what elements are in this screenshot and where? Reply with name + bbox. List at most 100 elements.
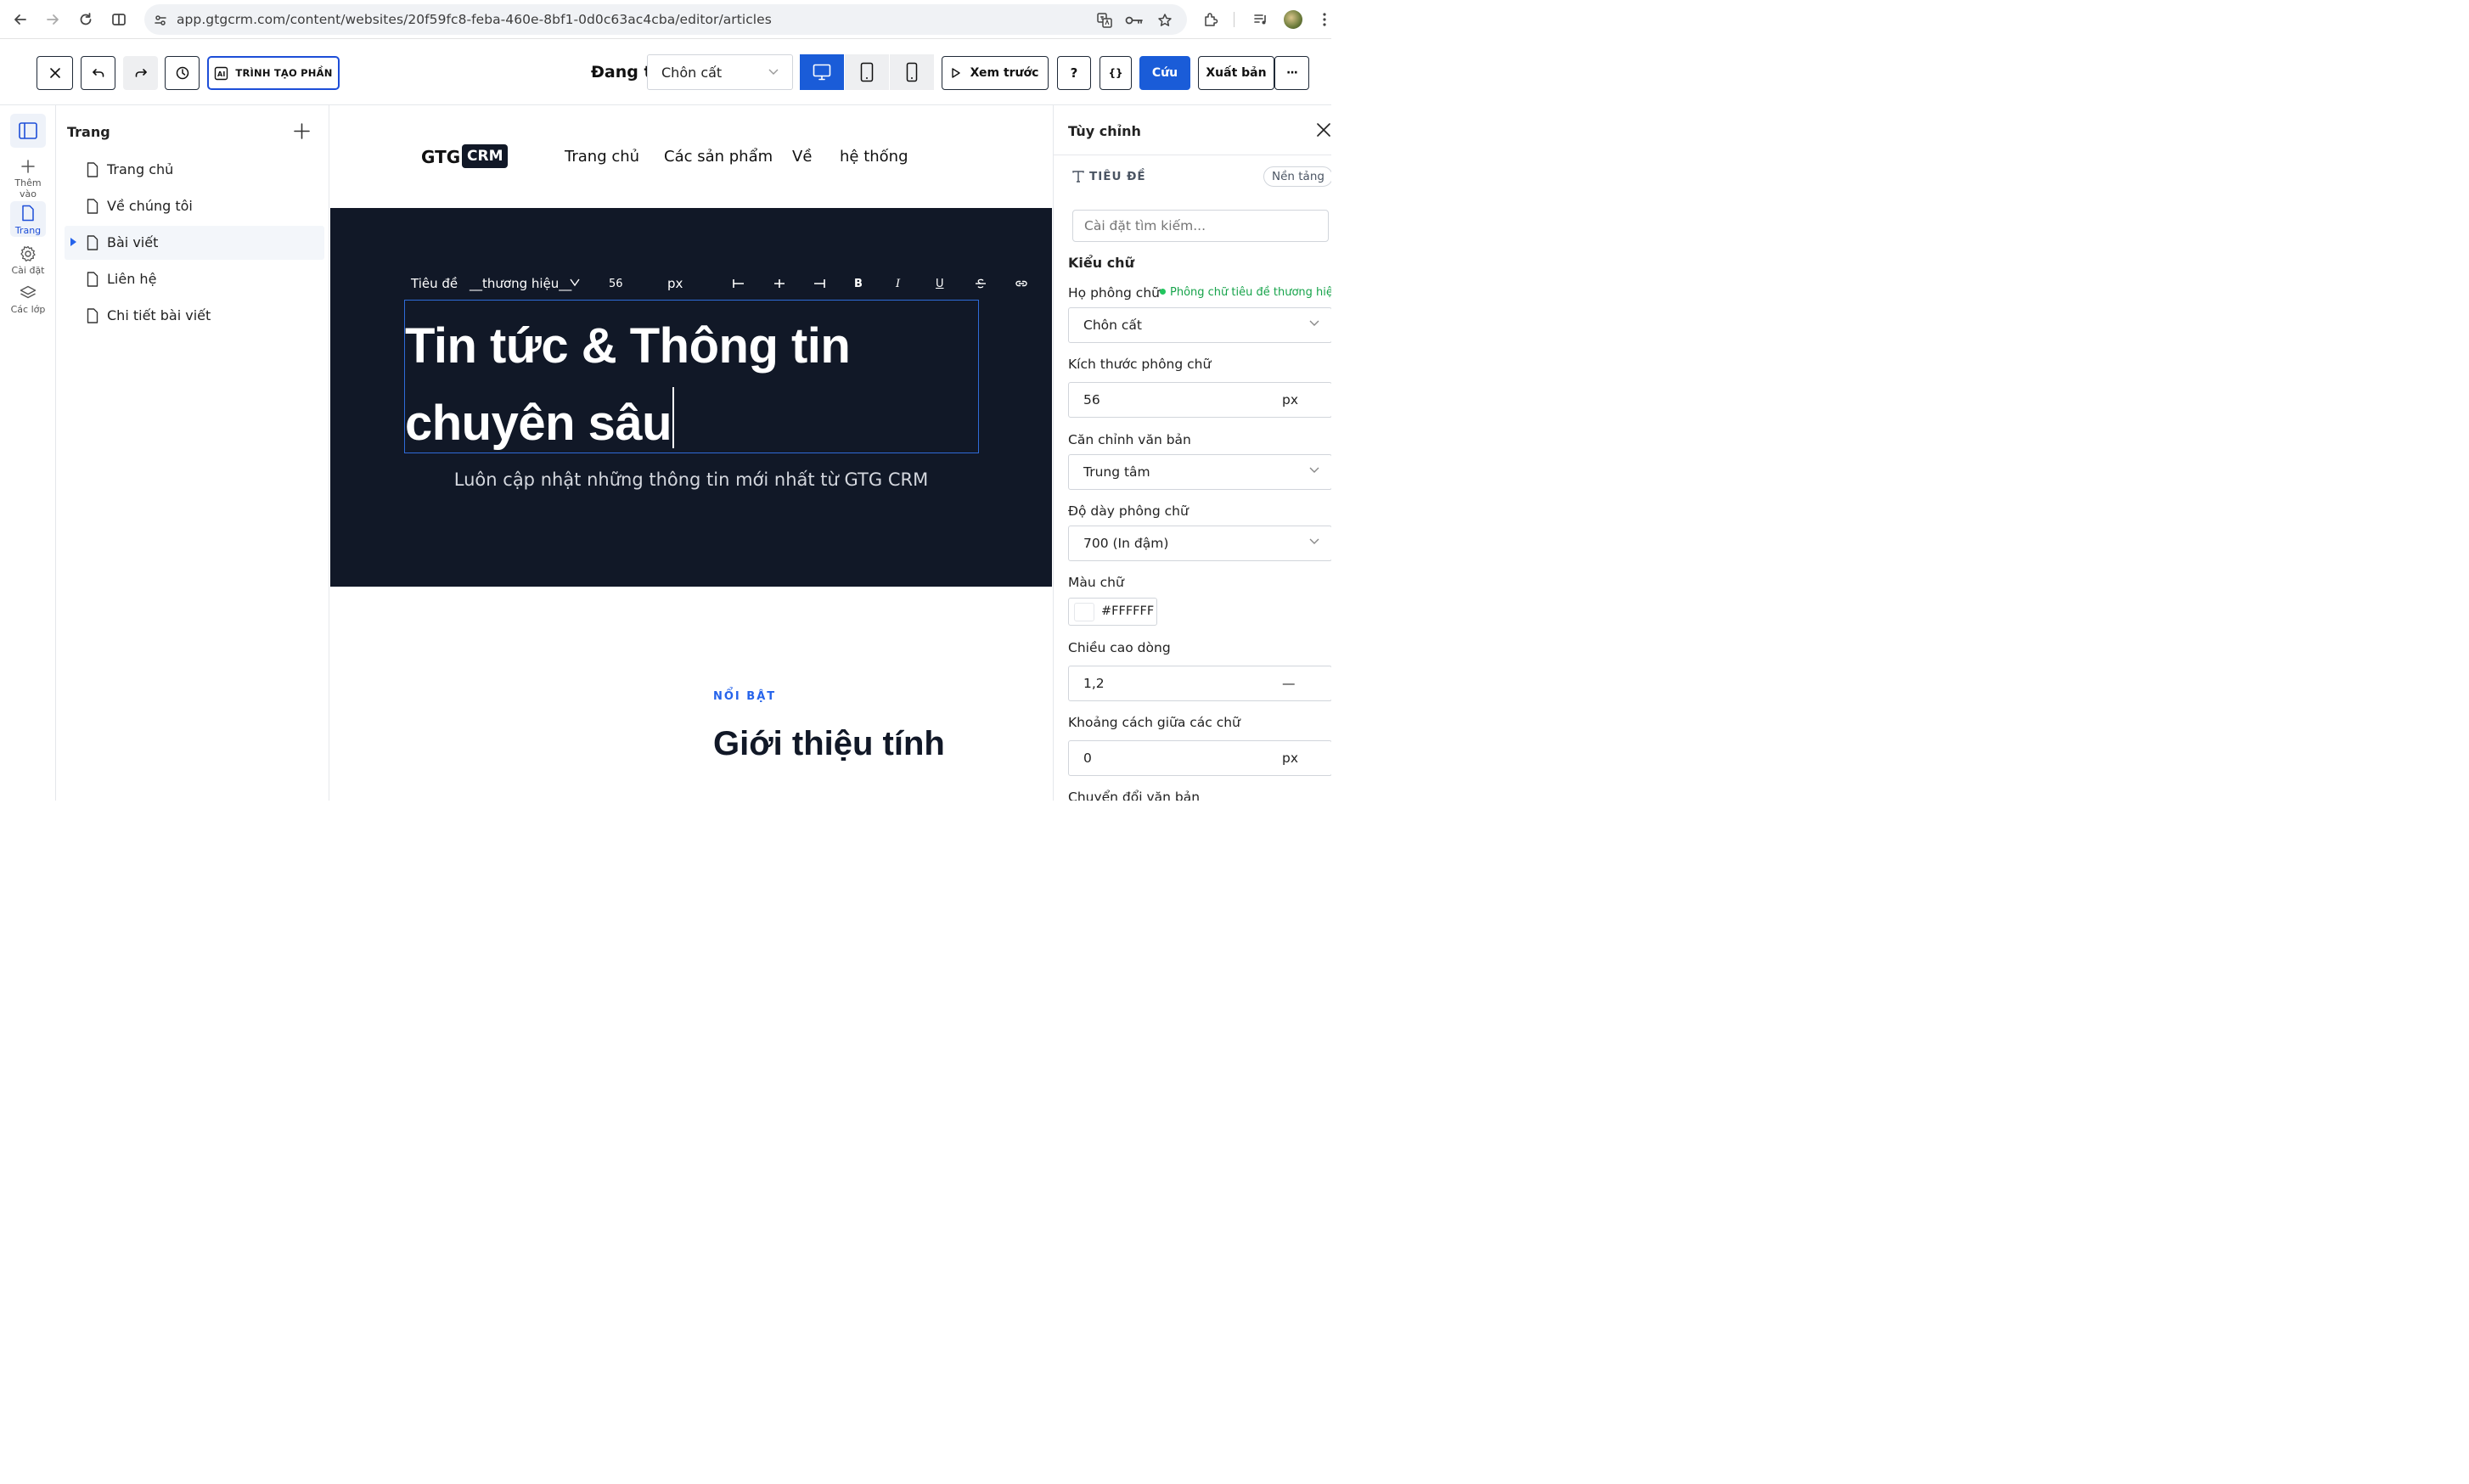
site-logo-text[interactable]: GTG (421, 147, 460, 167)
format-font-select[interactable]: __thương hiệu__ (470, 276, 571, 291)
format-size-input[interactable]: 56 (609, 278, 623, 290)
chevron-down-icon (1309, 538, 1319, 544)
bookmark-star-icon[interactable] (1156, 11, 1174, 30)
rail-settings-button[interactable]: Cài đặt (0, 245, 56, 276)
format-unit-select[interactable]: px (667, 276, 683, 291)
link-icon[interactable] (1015, 278, 1028, 289)
font-size-input[interactable]: 56 (1068, 382, 1268, 418)
font-family-indicator: Phông chữ tiêu đề thương hiệu (1160, 286, 1331, 299)
site-nav-home[interactable]: Trang chủ (565, 148, 639, 166)
hero-title[interactable]: Tin tức & Thông tin chuyên sâu (405, 307, 980, 462)
page-item-label: Về chúng tôi (107, 198, 193, 214)
font-family-select[interactable]: Chôn cất (1068, 307, 1331, 343)
rail-pages-button[interactable]: Trang (0, 205, 56, 236)
close-icon[interactable] (1317, 123, 1330, 137)
section-builder-button[interactable]: AI TRÌNH TẠO PHẦN (207, 56, 340, 90)
history-button[interactable] (165, 56, 200, 90)
page-item-home[interactable]: Trang chủ (65, 153, 324, 187)
svg-text:AI: AI (217, 70, 226, 78)
line-height-input[interactable]: 1,2 (1068, 666, 1268, 701)
site-header[interactable]: GTG CRM Trang chủ Các sản phẩm Về hệ thố… (330, 105, 1052, 208)
more-label: ··· (1286, 66, 1298, 80)
add-page-icon[interactable] (294, 123, 310, 139)
extensions-icon[interactable] (1198, 7, 1223, 32)
selected-heading-element[interactable]: Tin tức & Thông tin chuyên sâu (404, 300, 979, 453)
preview-button[interactable]: Xem trước (942, 56, 1049, 90)
save-button[interactable]: Cứu (1139, 56, 1190, 90)
page-item-label: Chi tiết bài viết (107, 307, 211, 323)
page-item-about[interactable]: Về chúng tôi (65, 189, 324, 223)
featured-eyebrow[interactable]: NỔI BẬT (713, 690, 776, 703)
text-align-select[interactable]: Trung tâm (1068, 454, 1331, 490)
address-bar[interactable]: app.gtgcrm.com/content/websites/20f59fc8… (144, 4, 1187, 35)
font-size-unit-select[interactable]: px (1268, 382, 1331, 418)
page-icon (87, 162, 98, 177)
site-info-icon[interactable] (151, 11, 170, 30)
forward-icon[interactable] (40, 7, 65, 32)
translate-icon[interactable] (1095, 11, 1114, 30)
site-logo-badge[interactable]: CRM (462, 144, 509, 168)
undo-button[interactable] (81, 56, 115, 90)
rail-settings-label: Cài đặt (11, 265, 45, 276)
page-item-contact[interactable]: Liên hệ (65, 262, 324, 296)
profile-avatar[interactable] (1284, 10, 1302, 29)
italic-button[interactable]: I (896, 278, 900, 290)
letter-spacing-value: 0 (1083, 750, 1092, 766)
page-icon (87, 272, 98, 287)
desktop-view-button[interactable] (800, 54, 844, 90)
password-key-icon[interactable] (1125, 11, 1144, 30)
split-view-icon[interactable] (106, 7, 132, 32)
settings-search-input[interactable] (1072, 210, 1329, 242)
mobile-view-button[interactable] (890, 54, 934, 90)
help-label: ? (1070, 65, 1078, 81)
back-icon[interactable] (8, 7, 33, 32)
font-weight-value: 700 (In đậm) (1083, 536, 1169, 551)
hero-subtitle[interactable]: Luôn cập nhật những thông tin mới nhất t… (330, 469, 1052, 490)
align-center-icon[interactable] (773, 278, 785, 289)
platform-badge[interactable]: Nền tảng (1263, 166, 1331, 187)
page-icon (87, 235, 98, 250)
site-nav-products[interactable]: Các sản phẩm (664, 148, 773, 166)
caret-right-icon[interactable] (70, 238, 76, 246)
text-color-picker[interactable]: #FFFFFF (1068, 598, 1157, 626)
letter-spacing-input[interactable]: 0 (1068, 740, 1268, 776)
underline-button[interactable]: U (936, 278, 944, 290)
site-nav-system[interactable]: hệ thống (840, 148, 908, 166)
code-button[interactable]: {} (1100, 56, 1132, 90)
layers-icon (20, 285, 37, 299)
more-options-button[interactable]: ··· (1274, 56, 1309, 90)
line-height-unit-select[interactable]: — (1268, 666, 1331, 701)
strikethrough-icon[interactable] (975, 278, 987, 289)
page-item-articles[interactable]: Bài viết (65, 226, 324, 260)
site-nav-about[interactable]: Về (792, 148, 812, 166)
tablet-view-button[interactable] (845, 54, 889, 90)
hero-section[interactable]: Tiêu đề __thương hiệu__ 56 px B I U Tin … (330, 208, 1052, 587)
page-item-article-detail[interactable]: Chi tiết bài viết (65, 299, 324, 333)
bold-button[interactable]: B (854, 278, 863, 290)
letter-spacing-label: Khoảng cách giữa các chữ (1068, 715, 1240, 730)
reload-icon[interactable] (73, 7, 98, 32)
align-left-icon[interactable] (733, 278, 745, 289)
publish-button[interactable]: Xuất bản (1198, 56, 1274, 90)
status-text: Đang t (591, 63, 647, 82)
rail-add-button[interactable]: Thêm vào (0, 159, 56, 200)
font-weight-select[interactable]: 700 (In đậm) (1068, 526, 1331, 561)
chevron-down-icon[interactable] (570, 278, 580, 287)
rail-layers-button[interactable]: Các lớp (0, 285, 56, 315)
align-right-icon[interactable] (813, 278, 825, 289)
letter-spacing-unit-select[interactable]: px (1268, 740, 1331, 776)
save-label: Cứu (1151, 66, 1178, 80)
browser-menu-icon[interactable] (1312, 7, 1337, 32)
help-button[interactable]: ? (1057, 56, 1091, 90)
text-color-value: #FFFFFF (1101, 604, 1155, 618)
url-text[interactable]: app.gtgcrm.com/content/websites/20f59fc8… (177, 12, 772, 27)
close-editor-button[interactable] (37, 56, 73, 90)
font-weight-label: Độ dày phông chữ (1068, 503, 1189, 519)
toggle-sidebar-button[interactable] (10, 114, 46, 148)
color-swatch[interactable] (1074, 603, 1094, 621)
theme-select[interactable]: Chôn cất (647, 54, 793, 90)
editor-canvas[interactable]: GTG CRM Trang chủ Các sản phẩm Về hệ thố… (330, 105, 1052, 801)
featured-title[interactable]: Giới thiệu tính (713, 725, 945, 763)
media-controls-icon[interactable] (1248, 7, 1274, 32)
redo-button[interactable] (123, 56, 158, 90)
